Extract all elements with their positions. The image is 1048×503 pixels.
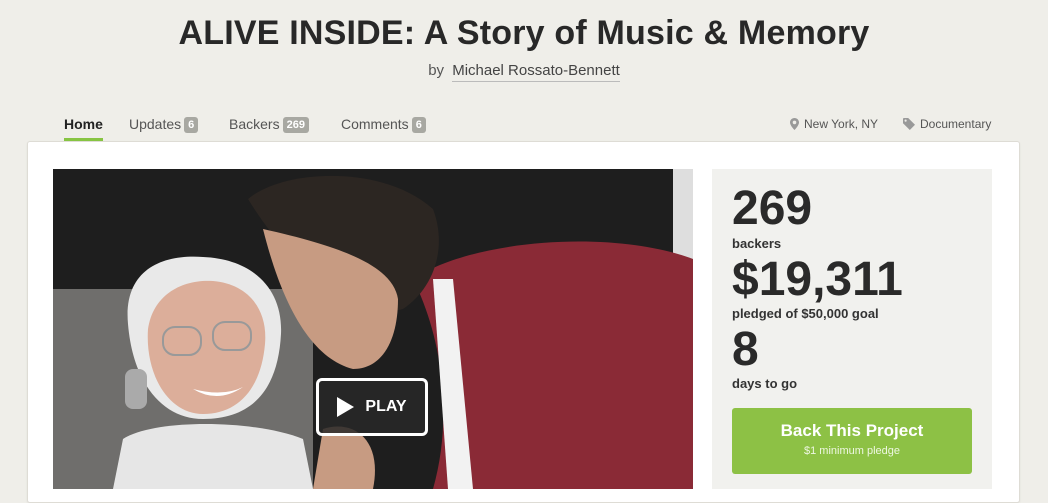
by-label: by <box>428 62 445 79</box>
backers-count: 269 <box>732 182 813 235</box>
play-icon <box>337 397 355 417</box>
tab-backers[interactable]: Backers 269 <box>229 114 309 142</box>
map-pin-icon <box>790 118 799 130</box>
tab-updates[interactable]: Updates 6 <box>129 114 199 142</box>
days-label: days to go <box>732 376 798 391</box>
tab-count-badge: 6 <box>184 117 199 133</box>
back-project-label: Back This Project <box>780 421 924 440</box>
days-count: 8 <box>732 323 759 376</box>
tab-label: Backers <box>229 116 280 132</box>
tab-count-badge: 6 <box>411 117 426 133</box>
minimum-pledge-label: $1 minimum pledge <box>804 445 900 457</box>
video-thumbnail <box>53 169 693 489</box>
author-link[interactable]: Michael Rossato-Bennett <box>452 62 620 82</box>
byline: by Michael Rossato-Bennett <box>0 62 1048 82</box>
tab-home[interactable]: Home <box>64 114 103 142</box>
pledged-label: pledged of $50,000 goal <box>732 306 879 321</box>
location-link[interactable]: New York, NY <box>790 117 878 131</box>
play-label: PLAY <box>365 398 407 415</box>
category-link[interactable]: Documentary <box>903 117 991 131</box>
tag-icon <box>903 118 915 130</box>
project-title: ALIVE INSIDE: A Story of Music & Memory <box>178 14 870 52</box>
tab-count-badge: 269 <box>282 117 309 133</box>
play-button[interactable]: PLAY <box>316 378 428 436</box>
location-label: New York, NY <box>804 117 879 131</box>
tab-comments[interactable]: Comments 6 <box>341 114 426 142</box>
back-project-button[interactable]: Back This Project $1 minimum pledge <box>732 408 972 474</box>
tab-label: Comments <box>341 116 409 132</box>
backers-label: backers <box>732 236 782 251</box>
tab-label: Updates <box>129 116 182 132</box>
project-video[interactable] <box>53 169 693 489</box>
tab-label: Home <box>64 116 103 132</box>
pledged-amount: $19,311 <box>732 253 903 306</box>
category-label: Documentary <box>920 117 992 131</box>
